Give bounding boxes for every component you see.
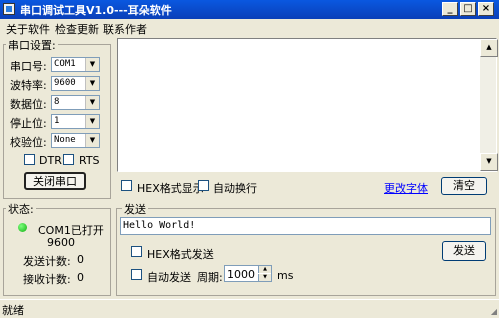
maximize-button[interactable]: □ (460, 2, 476, 16)
close-port-button[interactable]: 关闭串口 (24, 172, 86, 190)
period-unit: ms (277, 269, 294, 282)
serial-settings-title: 串口设置: (6, 37, 58, 53)
app-icon (3, 3, 15, 15)
baud-select[interactable]: 9600 ▼ (51, 76, 100, 91)
menu-check-update[interactable]: 检查更新 (55, 21, 99, 37)
auto-wrap-checkbox[interactable] (198, 180, 209, 191)
hex-send-checkbox[interactable] (131, 246, 142, 257)
period-label: 周期: (197, 271, 223, 284)
period-value: 1000 (227, 268, 255, 281)
sent-count-label: 发送计数: (23, 255, 71, 268)
status-bar-text: 就绪 (2, 304, 24, 317)
hex-send-label: HEX格式发送 (147, 248, 214, 261)
decrement-icon[interactable]: ▼ (258, 274, 271, 281)
databits-select[interactable]: 8 ▼ (51, 95, 100, 110)
receive-textarea[interactable] (117, 38, 497, 172)
status-baud-text: 9600 (47, 236, 75, 249)
chevron-down-icon[interactable]: ▼ (85, 96, 99, 109)
databits-value: 8 (54, 97, 60, 107)
chevron-down-icon[interactable]: ▼ (85, 58, 99, 71)
chevron-down-icon[interactable]: ▼ (85, 77, 99, 90)
menu-bar: 关于软件 检查更新 联系作者 (0, 19, 499, 36)
rts-label: RTS (79, 154, 100, 167)
port-value: COM1 (54, 59, 76, 69)
hex-display-label: HEX格式显示 (137, 182, 204, 195)
receive-scrollbar[interactable]: ▲ ▼ (480, 39, 498, 171)
menu-contact[interactable]: 联系作者 (103, 21, 147, 37)
parity-value: None (54, 135, 76, 145)
auto-send-checkbox[interactable] (131, 269, 142, 280)
chevron-down-icon[interactable]: ▼ (85, 134, 99, 147)
dtr-checkbox[interactable] (24, 154, 35, 165)
scroll-up-icon[interactable]: ▲ (480, 39, 498, 57)
send-button[interactable]: 发送 (442, 241, 486, 261)
send-title: 发送 (122, 201, 148, 217)
menu-about[interactable]: 关于软件 (6, 21, 50, 37)
status-led-icon (18, 223, 27, 232)
sent-count-value: 0 (77, 253, 84, 266)
change-font-link[interactable]: 更改字体 (384, 180, 428, 196)
window-title: 串口调试工具V1.0---耳朵软件 (20, 4, 172, 17)
hex-display-checkbox[interactable] (121, 180, 132, 191)
stopbits-select[interactable]: 1 ▼ (51, 114, 100, 129)
status-title: 状态: (6, 201, 36, 217)
clear-button[interactable]: 清空 (441, 177, 487, 195)
stopbits-value: 1 (54, 116, 60, 126)
recv-count-label: 接收计数: (23, 273, 71, 286)
period-stepper[interactable]: 1000 ▲ ▼ (224, 265, 272, 282)
status-bar: 就绪 ◢ (0, 299, 499, 317)
send-input-text: Hello World! (123, 220, 196, 231)
increment-icon[interactable]: ▲ (258, 266, 271, 273)
parity-label: 校验位: (10, 136, 47, 149)
auto-wrap-label: 自动换行 (213, 182, 257, 195)
minimize-button[interactable]: _ (442, 2, 458, 16)
port-label: 串口号: (10, 60, 47, 73)
close-button[interactable]: × (478, 2, 494, 16)
port-select[interactable]: COM1 ▼ (51, 57, 100, 72)
stopbits-label: 停止位: (10, 117, 47, 130)
send-input[interactable]: Hello World! (120, 217, 491, 235)
parity-select[interactable]: None ▼ (51, 133, 100, 148)
baud-label: 波特率: (10, 79, 47, 92)
title-bar[interactable]: 串口调试工具V1.0---耳朵软件 _ □ × (0, 0, 499, 19)
recv-count-value: 0 (77, 271, 84, 284)
auto-send-label: 自动发送 (147, 271, 191, 284)
chevron-down-icon[interactable]: ▼ (85, 115, 99, 128)
scroll-down-icon[interactable]: ▼ (480, 153, 498, 171)
dtr-label: DTR (39, 154, 62, 167)
resize-grip-icon[interactable]: ◢ (491, 307, 497, 316)
databits-label: 数据位: (10, 98, 47, 111)
rts-checkbox[interactable] (63, 154, 74, 165)
baud-value: 9600 (54, 78, 76, 88)
